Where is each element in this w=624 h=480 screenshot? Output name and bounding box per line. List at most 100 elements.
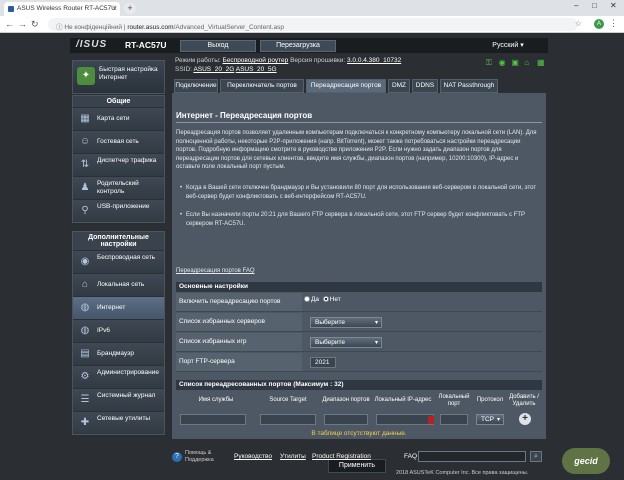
sidebar-item-traffic[interactable]: ⇅ Диспетчер трафика	[73, 153, 164, 176]
key-icon[interactable]: ⚿	[486, 59, 494, 67]
chevron-down-icon: ▾	[496, 417, 500, 423]
sidebar-item-usb[interactable]: ⚲ USB-приложение	[73, 199, 164, 222]
router-page: /ISUS RT-AC57U Выход Перезагрузка Русски…	[0, 33, 624, 480]
col-local-ip: Локальный IP-адрес	[374, 397, 432, 403]
address-bar: ← → ↻ ⓘ Не конфіденційний | router.asus.…	[0, 16, 624, 33]
service-name-input[interactable]	[180, 414, 246, 425]
ip-dropdown-icon[interactable]	[428, 416, 434, 424]
ssid-label: SSID:	[175, 66, 192, 73]
col-add-delete: Добавить / Удалить	[509, 394, 539, 407]
faq-search-input[interactable]	[418, 451, 526, 462]
internet-status-icon[interactable]: ◉	[499, 59, 507, 67]
product-registration-link[interactable]: Product Registration	[312, 453, 371, 460]
sidebar-item-admin[interactable]: ⚙ Администрирование	[73, 365, 164, 388]
help-support-label[interactable]: Помощь & Поддержка	[185, 450, 225, 464]
back-icon[interactable]: ←	[5, 19, 14, 29]
protocol-select[interactable]: TCP ▾	[476, 414, 504, 425]
source-target-input[interactable]	[260, 414, 316, 425]
version-label: Версия прошивки:	[290, 57, 346, 64]
sidebar-item-network-map[interactable]: ▦ Карта сети	[73, 107, 164, 130]
page-title: Интернет - Переадресация портов	[176, 111, 313, 120]
version-value[interactable]: 3.0.0.4.380_10732	[347, 57, 401, 64]
servers-select[interactable]: Выберите ▾	[310, 317, 382, 328]
help-icon[interactable]: ?	[172, 452, 182, 462]
usb-icon: ⚲	[81, 205, 89, 216]
copyright: 2018 ASUSTeK Computer Inc. Все права защ…	[396, 470, 529, 476]
port-range-input[interactable]	[324, 414, 368, 425]
status-icons: ⚿ ◉ ▣ ⌂ ▦	[483, 59, 545, 67]
note-webserver: Когда в Вашей сети отключен брандмауэр и…	[180, 184, 540, 201]
local-ip-input[interactable]	[376, 414, 434, 425]
radio-no-label: Нет	[329, 296, 341, 303]
top-bar: /ISUS RT-AC57U Выход Перезагрузка Русски…	[70, 38, 548, 53]
lan-icon: ⌂	[81, 279, 89, 290]
browser-tabbar: ASUS Wireless Router RT-AC57U × + – □ ✕	[0, 0, 624, 16]
security-label: Не конфіденційний	[64, 24, 122, 31]
tab-nat-passthrough[interactable]: NAT Passthrough	[440, 79, 498, 93]
ftp-port-input[interactable]: 2021	[310, 357, 336, 368]
mode-label: Режим работы:	[175, 57, 221, 64]
search-icon[interactable]: ⌕	[530, 451, 542, 462]
radio-yes[interactable]	[304, 296, 310, 303]
tab-ddns[interactable]: DDNS	[412, 79, 438, 93]
tab-dmz[interactable]: DMZ	[388, 79, 410, 93]
tab-title: ASUS Wireless Router RT-AC57U	[17, 5, 116, 12]
network-status-icon[interactable]: ▣	[511, 59, 519, 67]
chevron-down-icon: ▾	[374, 320, 378, 326]
minimize-icon[interactable]: –	[574, 1, 578, 10]
sidebar-item-internet[interactable]: ◍ Интернет	[73, 296, 164, 319]
close-window-icon[interactable]: ✕	[610, 1, 617, 10]
bookmark-star-icon[interactable]: ☆	[575, 19, 582, 28]
browser-menu-icon[interactable]: ⋮	[609, 18, 618, 29]
globe-icon: ◍	[80, 302, 90, 313]
sidebar-item-syslog[interactable]: ☰ Системный журнал	[73, 388, 164, 411]
new-tab-button[interactable]: +	[124, 3, 136, 14]
wizard-icon: ✦	[77, 67, 95, 85]
app-status-icon[interactable]: ▦	[537, 59, 545, 67]
manual-link[interactable]: Руководство	[234, 453, 272, 460]
model-name: RT-AC57U	[125, 40, 167, 50]
radio-no[interactable]	[322, 296, 329, 303]
forward-icon[interactable]: →	[18, 19, 27, 29]
add-rule-button[interactable]: +	[519, 413, 531, 425]
usb-status-icon[interactable]: ⌂	[524, 59, 532, 67]
faq-label: FAQ	[404, 453, 418, 460]
enable-radio-group: Да Нет	[304, 296, 341, 303]
reboot-button[interactable]: Перезагрузка	[260, 40, 336, 52]
mode-value[interactable]: Беспроводной роутер	[223, 57, 289, 64]
qis-button[interactable]: ✦ Быстрая настройка Интернет	[72, 60, 165, 94]
sidebar-item-ipv6[interactable]: ◍ IPv6	[73, 319, 164, 342]
advanced-section: Дополнительные настройки ◉ Беспроводная с…	[72, 231, 165, 435]
tab-port-forwarding[interactable]: Переадресация портов	[306, 79, 386, 93]
tab-port-switch[interactable]: Переключатель портов	[220, 79, 304, 93]
url-input[interactable]: ⓘ Не конфіденційний | router.asus.com/Ad…	[48, 18, 578, 31]
sidebar-item-parental[interactable]: ♟ Родительский контроль	[73, 176, 164, 199]
guest-network-icon: ☺	[79, 136, 91, 147]
sidebar-item-firewall[interactable]: ▤ Брандмауэр	[73, 342, 164, 365]
asus-logo: /ISUS	[76, 39, 108, 50]
col-protocol: Протокол	[476, 397, 504, 403]
status-area: Режим работы: Беспроводной роутер Версия…	[175, 55, 545, 77]
tab-connection[interactable]: Подключение	[174, 79, 218, 93]
servers-label: Список избранных серверов	[176, 313, 302, 331]
maximize-icon[interactable]: □	[592, 1, 597, 10]
local-port-input[interactable]	[440, 414, 468, 425]
close-icon[interactable]: ×	[112, 4, 117, 13]
col-local-port: Локальный порт	[438, 394, 470, 407]
browser-tab[interactable]: ASUS Wireless Router RT-AC57U ×	[4, 2, 120, 16]
sidebar-item-lan[interactable]: ⌂ Локальная сеть	[73, 273, 164, 296]
sidebar-item-wireless[interactable]: ◉ Беспроводная сеть	[73, 250, 164, 273]
sidebar-item-tools[interactable]: ✚ Сетевые утилиты	[73, 411, 164, 434]
utilities-link[interactable]: Утилиты	[280, 453, 306, 460]
faq-link[interactable]: Переадресация портов FAQ	[176, 268, 255, 274]
games-row: Список избранных игр Выберите ▾	[176, 333, 542, 352]
logout-button[interactable]: Выход	[180, 40, 256, 52]
language-select[interactable]: Русский ▾	[472, 40, 544, 52]
ssid-2g: ASUS_20_2G	[193, 66, 235, 73]
reload-icon[interactable]: ↻	[31, 19, 39, 30]
sidebar-item-guest[interactable]: ☺ Гостевая сеть	[73, 130, 164, 153]
radio-yes-label: Да	[311, 296, 320, 303]
url-host: router.asus.com	[127, 24, 174, 31]
profile-avatar[interactable]: A	[594, 19, 604, 29]
games-select[interactable]: Выберите ▾	[310, 337, 382, 348]
